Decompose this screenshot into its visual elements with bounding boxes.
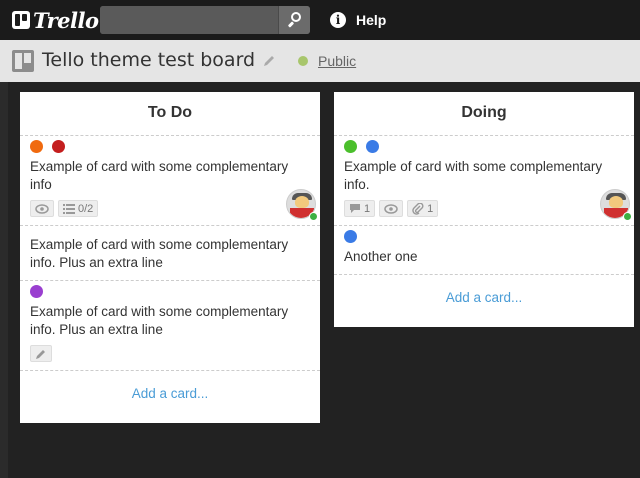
label-blue	[344, 230, 357, 243]
label-green	[344, 140, 357, 153]
trello-logo[interactable]: Trello	[12, 7, 99, 33]
card-badges	[30, 345, 310, 362]
comment-count: 1	[364, 202, 371, 215]
watch-badge	[379, 200, 404, 217]
online-status-dot	[623, 212, 632, 221]
visibility-dot	[298, 56, 308, 66]
checklist-badge: 0/2	[58, 200, 99, 217]
logo-text: Trello	[33, 7, 99, 33]
search-input[interactable]	[100, 6, 278, 34]
visibility-link[interactable]: Public	[318, 53, 356, 69]
attachment-count: 1	[427, 202, 434, 215]
card-text: Example of card with some complementary …	[344, 159, 603, 192]
card[interactable]: Another one	[334, 226, 634, 275]
pencil-icon	[36, 349, 45, 359]
card-text: Example of card with some complementary …	[30, 304, 289, 337]
description-badge	[30, 345, 52, 362]
card[interactable]: Example of card with some complementary …	[20, 136, 320, 226]
paperclip-icon	[412, 202, 424, 215]
card[interactable]: Example of card with some complementary …	[20, 281, 320, 371]
checklist-count: 0/2	[78, 202, 94, 215]
board-canvas: To Do Example of card with some compleme…	[8, 82, 640, 478]
comment-badge: 1	[344, 200, 376, 217]
help-label: Help	[356, 12, 387, 28]
board-header: Tello theme test board Public	[0, 40, 640, 82]
search-icon	[291, 12, 301, 22]
label-blue	[366, 140, 379, 153]
list-doing: Doing Example of card with some compleme…	[334, 92, 634, 327]
watch-badge	[30, 200, 54, 217]
card[interactable]: Example of card with some complementary …	[334, 136, 634, 226]
eye-icon	[384, 203, 398, 214]
card-labels	[30, 140, 310, 153]
card-labels	[344, 230, 624, 243]
card-labels	[30, 285, 310, 298]
list-todo: To Do Example of card with some compleme…	[20, 92, 320, 423]
list-title[interactable]: To Do	[20, 92, 320, 136]
card-text: Example of card with some complementary …	[30, 159, 289, 192]
add-card-link[interactable]: Add a card...	[20, 371, 320, 417]
card[interactable]: Example of card with some complementary …	[20, 226, 320, 281]
comment-icon	[350, 204, 360, 213]
label-orange	[30, 140, 43, 153]
trello-board-icon	[12, 11, 30, 29]
top-header: Trello i Help	[0, 0, 640, 40]
eye-icon	[35, 203, 49, 214]
card-badges: 1 1	[344, 200, 624, 217]
card-labels	[344, 140, 624, 153]
attachment-badge: 1	[407, 200, 439, 217]
help-button[interactable]: i Help	[330, 10, 386, 30]
checklist-icon	[63, 204, 75, 214]
card-badges: 0/2	[30, 200, 310, 217]
add-card-link[interactable]: Add a card...	[334, 275, 634, 321]
list-bottom-edge	[20, 417, 320, 423]
label-purple	[30, 285, 43, 298]
label-red	[52, 140, 65, 153]
card-text: Example of card with some complementary …	[30, 237, 289, 270]
pencil-icon[interactable]	[262, 54, 276, 68]
search-button[interactable]	[278, 6, 310, 34]
online-status-dot	[309, 212, 318, 221]
list-title[interactable]: Doing	[334, 92, 634, 136]
board-title[interactable]: Tello theme test board	[42, 49, 255, 71]
info-icon: i	[330, 12, 346, 28]
list-bottom-edge	[334, 321, 634, 327]
search-box	[100, 6, 310, 34]
board-icon	[12, 50, 34, 72]
card-text: Another one	[344, 249, 418, 264]
